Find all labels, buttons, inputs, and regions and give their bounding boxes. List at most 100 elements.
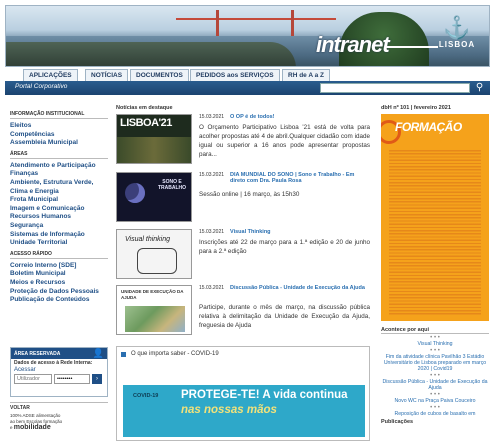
tag-item[interactable]: e — [10, 425, 13, 430]
tag-item[interactable]: alimentação — [36, 413, 60, 418]
lisboa-crest-icon: ⚓ — [443, 15, 471, 40]
news-item: UNIDADE DE EXECUÇÃO DA AJUDA 15.03.2021 … — [116, 285, 370, 343]
voltar-title: VOLTAR — [10, 405, 30, 411]
news-body: Participe, durante o mês de março, na di… — [199, 304, 370, 329]
sidebar: INFORMAÇÃO INSTITUCIONAL Eleitos Competê… — [10, 108, 108, 305]
sidebar-item-financas[interactable]: Finanças — [10, 170, 108, 179]
thumbnail-photo — [117, 137, 191, 163]
news-title-link[interactable]: O OP é de todos! — [230, 114, 370, 120]
intranet-logo[interactable]: intranet — [316, 32, 390, 58]
login-subtitle: Dados de acesso à Rede Interna: — [14, 360, 93, 366]
acontece-heading: Acontece por aqui — [381, 327, 489, 334]
sidebar-item-frota[interactable]: Frota Municipal — [10, 196, 108, 205]
news-date: 15.03.2021 — [199, 114, 225, 120]
portal-bar: Portal Corporativo ⚲ — [5, 81, 490, 95]
sidebar-item-unidade[interactable]: Unidade Territorial — [10, 239, 108, 248]
news-date: 15.03.2021 — [199, 229, 225, 235]
news-title-link[interactable]: Visual Thinking — [230, 229, 370, 235]
news-item: LISBOA'21 15.03.2021 O OP é de todos! O … — [116, 114, 370, 172]
user-icon: 👤 — [92, 348, 104, 358]
password-field[interactable] — [54, 374, 90, 384]
sidebar-item-seguranca[interactable]: Segurança — [10, 222, 108, 231]
login-title: ÁREA RESERVADA — [14, 351, 61, 357]
covid-heading[interactable]: O que importa saber - COVID-19 — [117, 347, 369, 361]
news-body: O Orçamento Participativo Lisboa '21 est… — [199, 124, 370, 158]
login-box: ÁREA RESERVADA 👤 Dados de acesso à Rede … — [10, 347, 108, 397]
sidebar-item-publicacao[interactable]: Publicação de Conteúdos — [10, 296, 108, 305]
sidebar-item-correio[interactable]: Correio Interno [SDE] — [10, 262, 108, 271]
sidebar-item-assembleia[interactable]: Assembleia Municipal — [10, 139, 108, 148]
login-submit-button[interactable]: › — [92, 374, 102, 384]
main-nav: APLICAÇÕES NOTÍCIAS DOCUMENTOS PEDIDOS a… — [5, 67, 490, 81]
thumbnail-caption: UNIDADE DE EXECUÇÃO DA AJUDA — [121, 289, 184, 300]
sidebar-item-sistemas[interactable]: Sistemas de Informação — [10, 231, 108, 240]
news-date: 15.03.2021 — [199, 172, 225, 178]
username-field[interactable] — [14, 374, 52, 384]
tab-noticias[interactable]: NOTÍCIAS — [85, 69, 129, 81]
banner-bridge — [176, 10, 336, 38]
banner-hill — [6, 42, 296, 66]
news-thumbnail[interactable]: UNIDADE DE EXECUÇÃO DA AJUDA — [116, 285, 192, 335]
news-title-link[interactable]: Discussão Pública - Unidade de Execução … — [230, 285, 370, 291]
tag-item[interactable]: 100% — [10, 413, 22, 418]
sidebar-item-ambiente[interactable]: Ambiente, Estrutura Verde, Clima e Energ… — [10, 179, 108, 196]
acontece-link[interactable]: Novo WC na Praça Paiva Couceiro — [381, 398, 489, 404]
acontece-link[interactable]: Visual Thinking — [381, 341, 489, 347]
news-heading: Notícias em destaque — [116, 105, 173, 111]
tag-item[interactable]: ADSE — [23, 413, 35, 418]
header-banner: intranet ⚓ LISBOA — [5, 5, 490, 67]
thumbnail-caption: Visual thinking — [125, 236, 171, 243]
voltar-box: VOLTAR 100% ADSE alimentação ao bem Esco… — [10, 402, 108, 441]
acontece-link[interactable]: Fim da atividade clínica Pavilhão 3 Está… — [381, 354, 489, 372]
thumbnail-caption: LISBOA'21 — [120, 117, 172, 129]
right-column: dbH nº 101 | fevereiro 2021 FORMAÇÃO Aco… — [381, 105, 489, 425]
news-thumbnail[interactable]: SONO E TRABALHO — [116, 172, 192, 222]
sidebar-item-rh[interactable]: Recursos Humanos — [10, 213, 108, 222]
lisboa-wordmark: LISBOA — [438, 40, 476, 49]
map-icon — [125, 306, 185, 332]
search-icon[interactable]: ⚲ — [473, 82, 486, 94]
sidebar-item-protecao[interactable]: Proteção de Dados Pessoais — [10, 288, 108, 297]
login-header: ÁREA RESERVADA 👤 — [11, 348, 107, 359]
news-item: Visual thinking 15.03.2021 Visual Thinki… — [116, 229, 370, 287]
tab-aplicacoes[interactable]: APLICAÇÕES — [23, 69, 78, 81]
news-thumbnail[interactable]: Visual thinking — [116, 229, 192, 279]
sidebar-item-meios[interactable]: Meios e Recursos — [10, 279, 108, 288]
covid-banner[interactable]: COVID-19 PROTEGE-TE! A vida continua nas… — [123, 385, 365, 437]
acontece-link[interactable]: Reposição de cubos de basalto em — [381, 411, 489, 417]
sidebar-areas-head: ÁREAS — [10, 151, 108, 159]
news-date: 15.03.2021 — [199, 285, 225, 291]
tab-pedidos[interactable]: PEDIDOS aos SERVIÇOS — [190, 69, 280, 81]
tab-rh[interactable]: RH de A a Z — [282, 69, 330, 81]
tag-cloud: 100% ADSE alimentação ao bem Escolas for… — [10, 413, 108, 431]
covid-box: O que importa saber - COVID-19 COVID-19 … — [116, 346, 370, 441]
news-item: SONO E TRABALHO 15.03.2021 DIA MUNDIAL D… — [116, 172, 370, 230]
issue-label: dbH nº 101 | fevereiro 2021 — [381, 105, 451, 111]
sidebar-institutional-head: INFORMAÇÃO INSTITUCIONAL — [10, 111, 108, 119]
formacao-poster[interactable]: FORMAÇÃO — [381, 114, 489, 321]
portal-label[interactable]: Portal Corporativo — [15, 83, 67, 90]
news-title-link[interactable]: DIA MUNDIAL DO SONO | Sono e Trabalho - … — [230, 172, 370, 184]
news-thumbnail[interactable]: LISBOA'21 — [116, 114, 192, 164]
news-body: Sessão online | 16 março, às 15h30 — [199, 191, 300, 198]
acontece-link[interactable]: Discussão Pública - Unidade de Execução … — [381, 379, 489, 391]
sidebar-item-eleitos[interactable]: Eleitos — [10, 122, 108, 131]
sidebar-item-imagem[interactable]: Imagem e Comunicação — [10, 205, 108, 214]
tab-documentos[interactable]: DOCUMENTOS — [130, 69, 189, 81]
search-input[interactable] — [320, 83, 470, 93]
covid-line1: PROTEGE-TE! A vida continua — [181, 389, 348, 401]
moon-icon — [125, 183, 145, 203]
sidebar-item-boletim[interactable]: Boletim Municipal — [10, 270, 108, 279]
covid-line2: nas nossas mãos — [181, 404, 277, 416]
sidebar-item-atendimento[interactable]: Atendimento e Participação — [10, 162, 108, 171]
logo-divider — [386, 46, 438, 48]
poster-title: FORMAÇÃO — [395, 120, 462, 134]
lisboa-logo[interactable]: ⚓ LISBOA — [437, 15, 477, 50]
login-row: › — [11, 373, 107, 385]
sidebar-item-competencias[interactable]: Competências — [10, 131, 108, 140]
sketch-icon — [137, 248, 177, 274]
poster-text-lines — [389, 150, 481, 315]
covid-tag: COVID-19 — [133, 393, 159, 399]
sidebar-quick-head: ACESSO RÁPIDO — [10, 251, 108, 259]
tag-item[interactable]: mobilidade — [14, 424, 51, 431]
